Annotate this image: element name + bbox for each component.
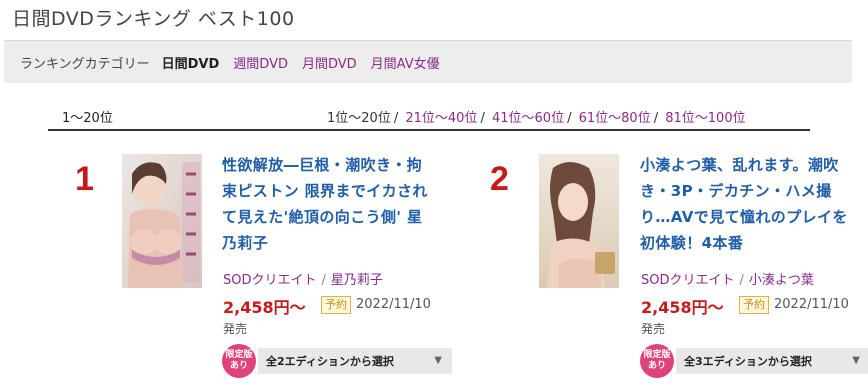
release-date: 2022/11/10 <box>774 297 849 312</box>
limited-edition-badge: 限定版あり <box>640 344 674 378</box>
cover-art <box>539 154 619 288</box>
price: 2,458円〜 <box>641 298 724 317</box>
range-divider <box>48 129 810 131</box>
release-date-suffix: 発売 <box>223 322 248 336</box>
edition-select-label: 全2エディションから選択 <box>266 355 394 368</box>
category-current: 日間DVD <box>161 56 220 72</box>
preorder-badge: 予約 <box>321 296 351 314</box>
category-link-weekly-dvd[interactable]: 週間DVD <box>233 53 288 72</box>
rank-number: 1 <box>75 160 94 198</box>
maker-link[interactable]: SODクリエイト <box>641 273 735 288</box>
range-item-21-40[interactable]: 21位〜40位 <box>405 111 477 126</box>
category-link-monthly-actress[interactable]: 月間AV女優 <box>371 53 440 72</box>
chevron-down-icon: ▼ <box>852 355 860 366</box>
range-item-81-100[interactable]: 81位〜100位 <box>665 111 745 126</box>
range-item-41-60[interactable]: 41位〜60位 <box>492 111 564 126</box>
edition-select[interactable]: 全2エディションから選択 ▼ <box>258 348 452 374</box>
maker-actress-line: SODクリエイト / 小湊よつ葉 <box>641 273 814 288</box>
chevron-down-icon: ▼ <box>434 355 442 366</box>
limited-edition-badge: 限定版あり <box>222 344 256 378</box>
range-item-61-80[interactable]: 61位〜80位 <box>579 111 651 126</box>
actress-link[interactable]: 小湊よつ葉 <box>749 273 814 288</box>
edition-select[interactable]: 全3エディションから選択 ▼ <box>676 348 868 374</box>
release-date-suffix: 発売 <box>641 322 666 336</box>
category-bar: ランキングカテゴリー 日間DVD 週間DVD 月間DVD 月間AV女優 <box>4 40 852 83</box>
product-title-link[interactable]: 小湊よつ葉、乱れます。潮吹き・3P・デカチン・ハメ撮り…AVで見て憧れのプレイを… <box>640 152 852 256</box>
range-item-1-20: 1位〜20位 <box>327 111 391 126</box>
page-title: 日間DVDランキング ベスト100 <box>12 8 295 30</box>
cover-art <box>122 154 202 288</box>
range-pagination: 1位〜20位/ 21位〜40位/ 41位〜60位/ 61位〜80位/ 81位〜1… <box>327 111 746 126</box>
rank-number: 2 <box>490 160 509 198</box>
release-date: 2022/11/10 <box>356 297 431 312</box>
product-cover-image[interactable] <box>122 154 202 288</box>
category-link-monthly-dvd[interactable]: 月間DVD <box>302 53 357 72</box>
maker-link[interactable]: SODクリエイト <box>223 273 317 288</box>
range-current-label: 1〜20位 <box>62 111 113 126</box>
category-label: ランキングカテゴリー <box>20 56 150 72</box>
edition-select-label: 全3エディションから選択 <box>684 355 812 368</box>
price: 2,458円〜 <box>223 298 306 317</box>
maker-actress-line: SODクリエイト / 星乃莉子 <box>223 273 383 288</box>
product-cover-image[interactable] <box>539 154 619 288</box>
actress-link[interactable]: 星乃莉子 <box>331 273 383 288</box>
preorder-badge: 予約 <box>739 296 769 314</box>
product-title-link[interactable]: 性欲解放―巨根・潮吹き・拘束ピストン 限界までイカされて見えた'絶頂の向こう側'… <box>222 152 434 256</box>
